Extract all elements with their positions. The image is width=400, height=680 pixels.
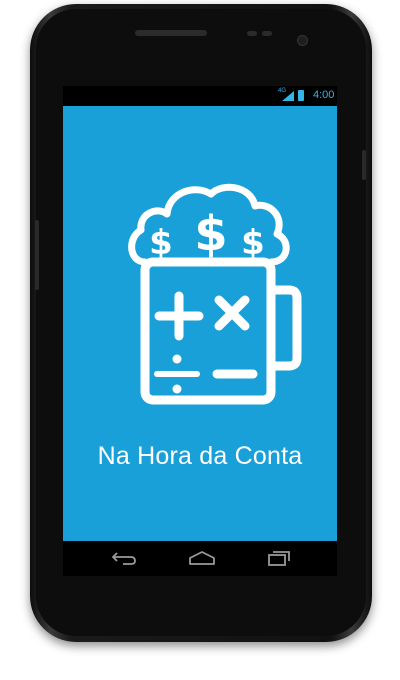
- signal-icon: [282, 91, 294, 101]
- svg-text:$: $: [149, 223, 173, 263]
- back-icon[interactable]: [111, 550, 137, 566]
- mug-calculator-money-icon: $ $ $: [128, 183, 302, 405]
- sensor-dot: [262, 31, 272, 36]
- screen: 4G 4:00 $ $ $ Na Hora da Conta: [63, 86, 337, 576]
- navigation-bar: [63, 541, 337, 576]
- recent-apps-icon[interactable]: [267, 550, 291, 566]
- front-camera: [297, 35, 308, 46]
- app-title: Na Hora da Conta: [97, 442, 303, 470]
- sensor-dot: [247, 31, 257, 36]
- splash-screen: $ $ $ Na Hora da Conta: [63, 106, 337, 541]
- battery-icon: [298, 90, 304, 101]
- earpiece-speaker: [135, 30, 207, 36]
- home-icon[interactable]: [188, 550, 216, 566]
- power-button: [362, 150, 366, 180]
- status-time: 4:00: [313, 89, 335, 101]
- volume-button: [35, 220, 39, 290]
- svg-text:$: $: [194, 206, 227, 262]
- svg-text:$: $: [241, 223, 265, 263]
- status-bar: 4G 4:00: [63, 86, 337, 106]
